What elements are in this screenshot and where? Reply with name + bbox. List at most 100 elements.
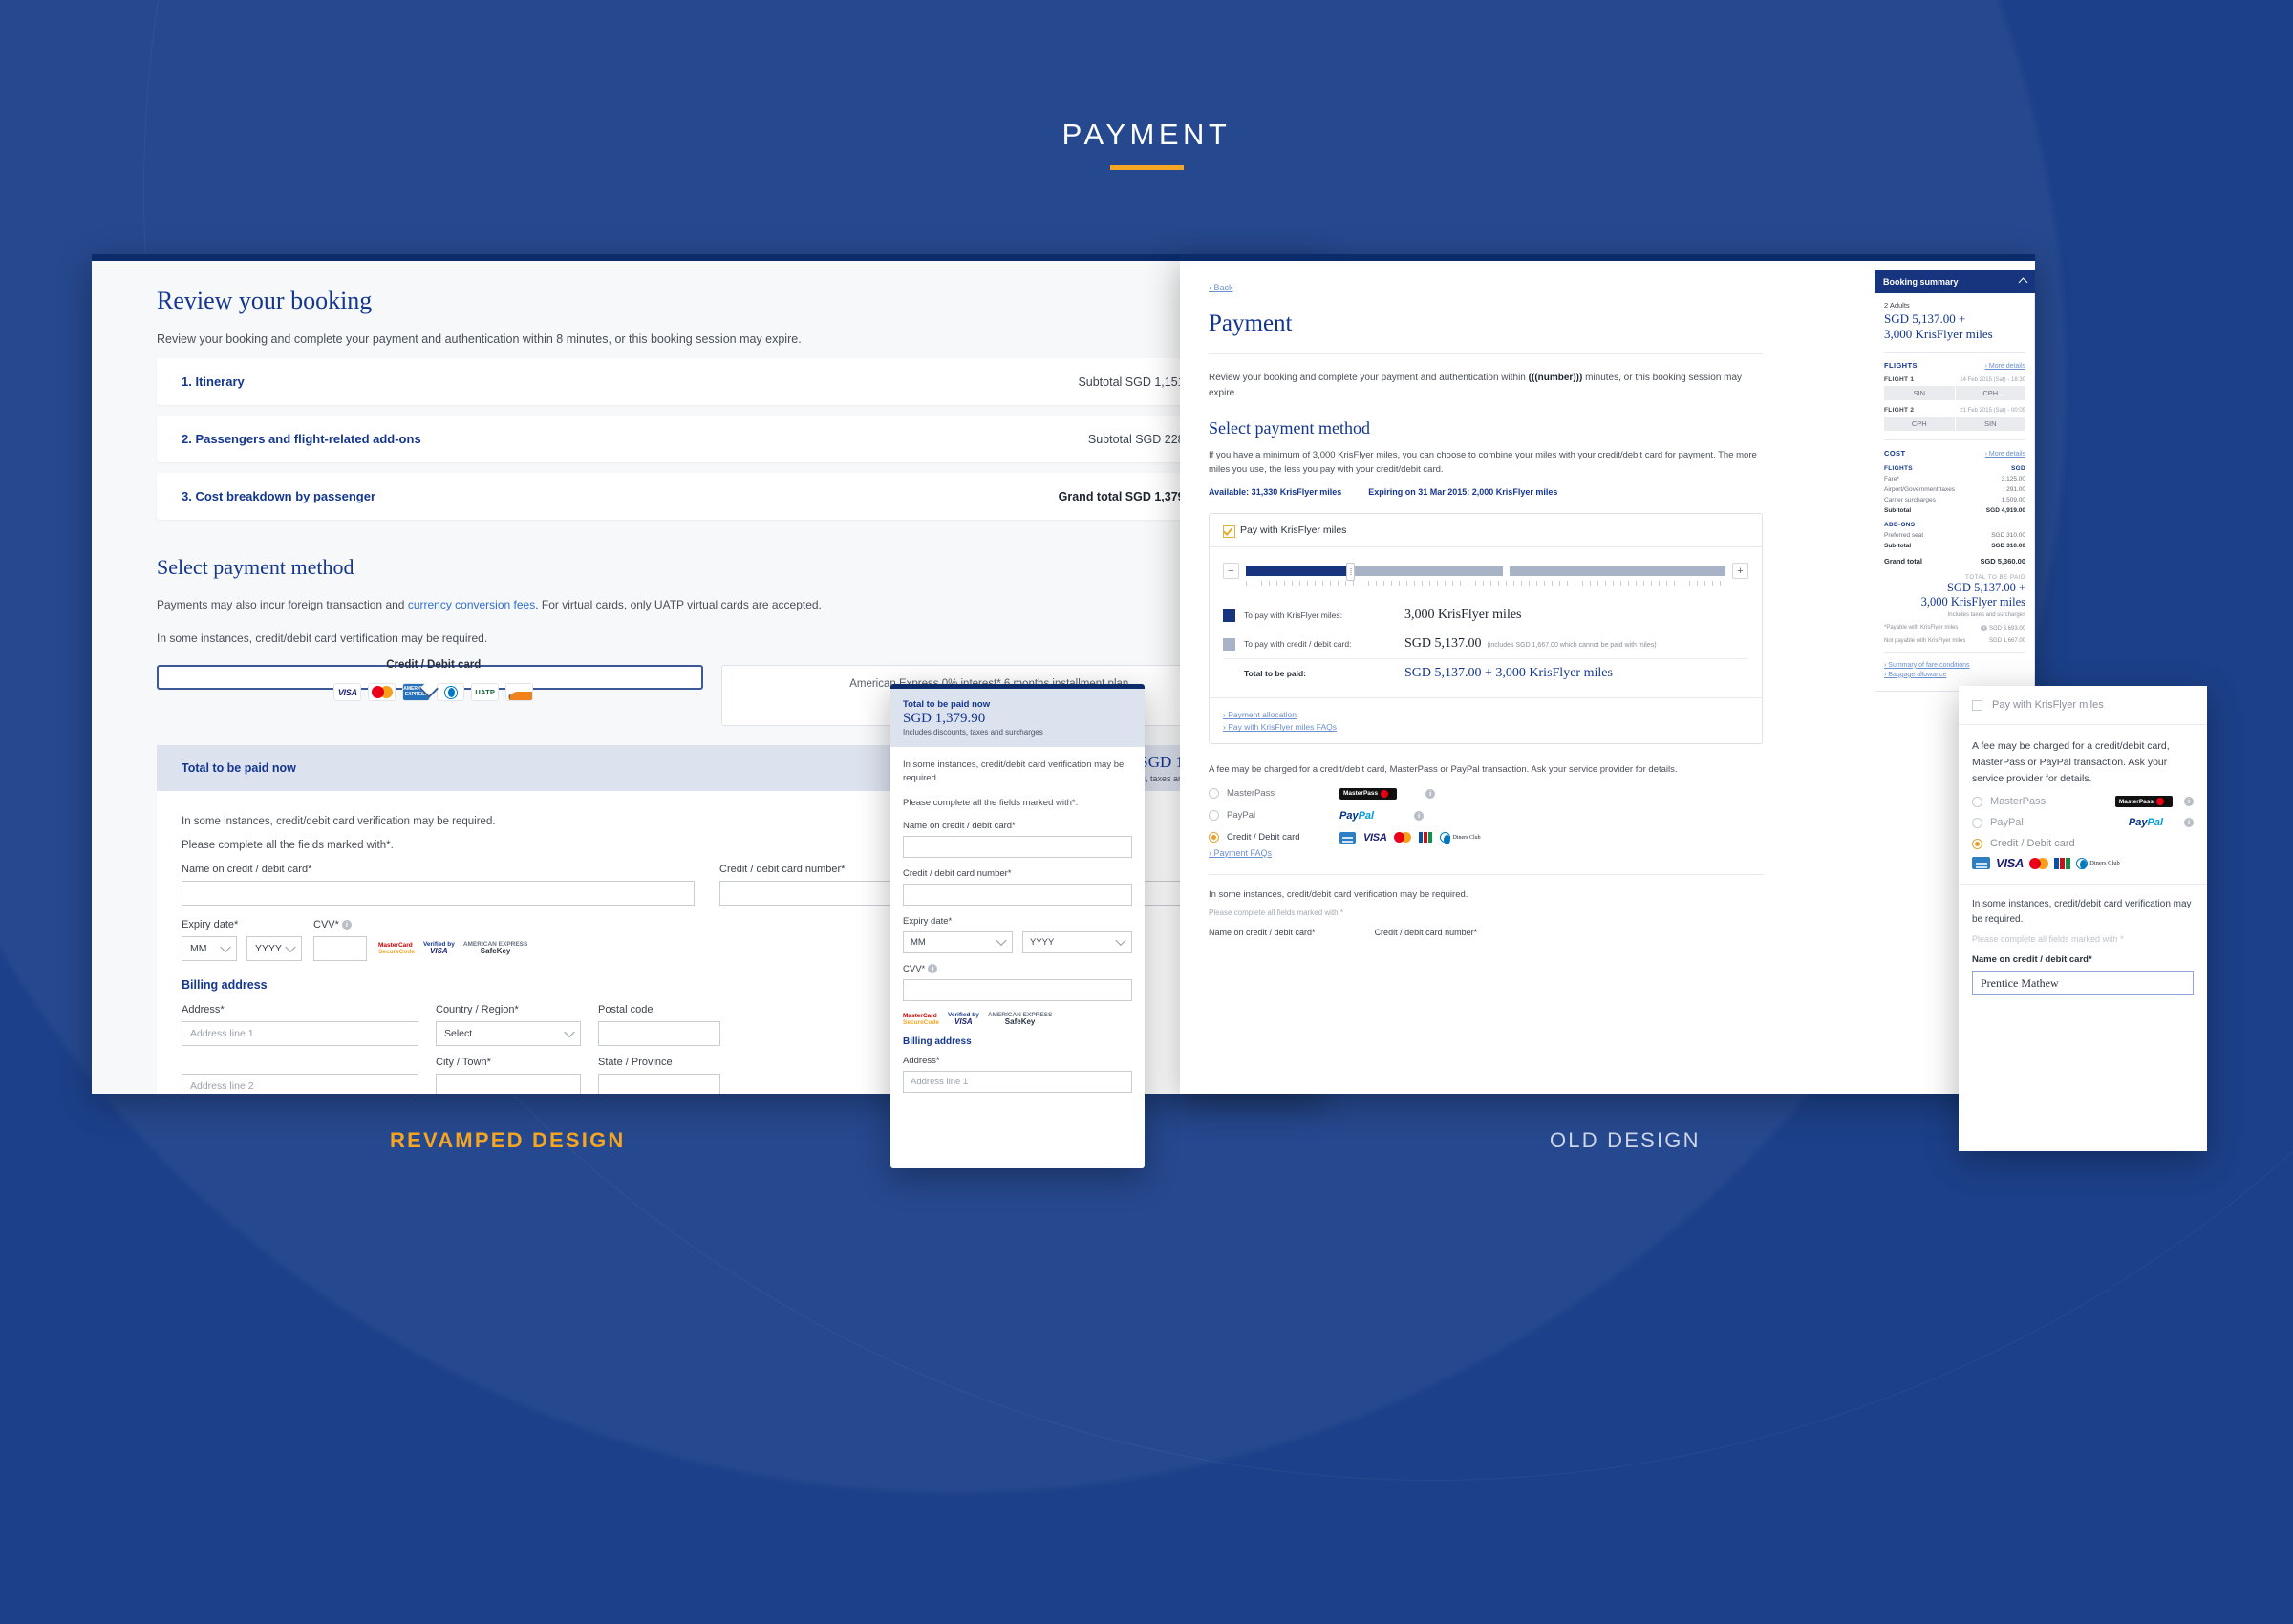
old-mobile-option-credit-debit[interactable]: Credit / Debit card — [1972, 838, 2194, 849]
legend-swatch-miles — [1223, 609, 1235, 622]
accordion-label: 2. Passengers and flight-related add-ons — [182, 432, 421, 446]
payable-with-miles-row: *Payable with KrisFlyer miles i SGD 3,69… — [1884, 624, 2025, 631]
flight-1: FLIGHT 1 14 Feb 2015 (Sat) - 18:30 SIN CPH — [1884, 376, 2025, 400]
old-mobile-fee-note: A fee may be charged for a credit/debit … — [1972, 740, 2170, 784]
revamped-mobile-overlay: Total to be paid now SGD 1,379.90 Includ… — [890, 684, 1145, 1168]
checkbox-checked-icon[interactable] — [1223, 524, 1235, 538]
payment-method-title: Credit / Debit card — [386, 659, 482, 671]
cost-currency: SGD — [2011, 464, 2025, 472]
diners-club-icon — [437, 683, 465, 701]
slider-minus-button[interactable]: − — [1223, 563, 1239, 580]
cost-flights-heading: FLIGHTS — [1884, 464, 1913, 472]
booking-summary-header[interactable]: Booking summary — [1875, 270, 2035, 293]
mobile-card-input[interactable] — [903, 883, 1132, 906]
radio-selected-icon[interactable] — [1972, 838, 1982, 849]
expiry-month-select[interactable]: MM — [182, 936, 237, 961]
radio-selected-icon[interactable] — [1209, 832, 1219, 844]
info-icon[interactable]: i — [1414, 810, 1425, 821]
cost-more-details-link[interactable]: › More details — [1985, 451, 2025, 458]
card-brand-logos: VISA Diners Club — [1339, 831, 1481, 844]
accordion-itinerary[interactable]: 1. Itinerary Subtotal SGD 1,151.10 — [157, 358, 1257, 405]
baggage-allowance-link[interactable]: › Baggage allowance — [1884, 672, 2025, 678]
country-region-select[interactable]: Select — [436, 1021, 581, 1046]
pay-option-credit-debit[interactable]: Credit / Debit card VISA Diners Club — [1209, 831, 1763, 844]
mobile-name-input[interactable] — [903, 835, 1132, 858]
mobile-name-label: Name on credit / debit card* — [903, 820, 1016, 831]
kf-row-value: SGD 5,137.00 + 3,000 KrisFlyer miles — [1404, 666, 1613, 681]
city-town-input[interactable] — [436, 1074, 581, 1094]
checkbox-icon[interactable] — [1972, 699, 1982, 711]
mobile-expiry-year-select[interactable]: YYYY — [1022, 930, 1132, 953]
fare-conditions-link[interactable]: › Summary of fare conditions — [1884, 662, 2025, 669]
pay-option-masterpass[interactable]: MasterPass MasterPass i — [1209, 787, 1763, 800]
info-icon[interactable]: i — [2184, 797, 2194, 807]
not-payable-label: Not payable with KrisFlyer miles — [1884, 637, 1966, 644]
payment-allocation-link[interactable]: › Payment allocation — [1223, 710, 1748, 719]
kf-row-card: To pay with credit / debit card: SGD 5,1… — [1223, 630, 1748, 658]
divider — [1884, 351, 2025, 353]
addon-line-value: SGD 310.00 — [1991, 542, 2025, 549]
radio-icon[interactable] — [1209, 810, 1219, 822]
total-note: Includes taxes and surcharges — [1947, 611, 2025, 618]
miles-slider[interactable]: − + — [1223, 562, 1748, 581]
flights-heading: FLIGHTS — [1884, 360, 1918, 370]
slider-track[interactable] — [1246, 562, 1725, 581]
amex-icon — [1339, 831, 1356, 844]
address-line2-input[interactable]: Address line 2 — [182, 1074, 418, 1094]
old-mobile-krisflyer-row[interactable]: Pay with KrisFlyer miles — [1959, 686, 2207, 724]
old-intro-token: (((number))) — [1528, 373, 1583, 383]
payment-fees-note: Payments may also incur foreign transact… — [157, 596, 1257, 613]
radio-icon[interactable] — [1972, 796, 1982, 807]
address-line1-input[interactable]: Address line 1 — [182, 1021, 418, 1046]
back-link[interactable]: ‹ Back — [1209, 283, 1233, 292]
state-province-input[interactable] — [598, 1074, 720, 1094]
postal-code-input[interactable] — [598, 1021, 720, 1046]
old-mobile-name-input[interactable]: Prentice Mathew — [1972, 971, 2194, 996]
option-label: MasterPass — [1990, 796, 2047, 808]
flights-more-details-link[interactable]: › More details — [1985, 363, 2025, 370]
mobile-address-line1-input[interactable]: Address line 1 — [903, 1070, 1132, 1093]
total-label: Total to be paid now — [182, 761, 296, 775]
currency-conversion-fees-link[interactable]: currency conversion fees — [408, 598, 535, 611]
select-payment-method-heading: Select payment method — [157, 555, 354, 579]
masterpass-icon: MasterPass — [1339, 787, 1398, 800]
info-icon[interactable]: i — [1981, 624, 1988, 631]
flight-datetime: 21 Feb 2015 (Sat) - 00:05 — [1960, 407, 2025, 414]
mobile-card-label: Credit / debit card number* — [903, 867, 1012, 879]
accordion-cost-breakdown[interactable]: 3. Cost breakdown by passenger Grand tot… — [157, 473, 1257, 520]
mobile-total-bar: Total to be paid now SGD 1,379.90 Includ… — [890, 689, 1145, 747]
cvv-input[interactable] — [313, 936, 367, 961]
old-mobile-option-paypal[interactable]: PayPal PayPal i — [1972, 817, 2194, 828]
radio-icon[interactable] — [1972, 817, 1982, 828]
name-on-card-label: Name on credit / debit card* — [182, 864, 312, 875]
payable-label: *Payable with KrisFlyer miles — [1884, 624, 1959, 630]
flight-origin: CPH — [1884, 416, 1955, 431]
payment-faqs-link[interactable]: › Payment FAQs — [1209, 848, 1272, 858]
krisflyer-faqs-link[interactable]: › Pay with KrisFlyer miles FAQs — [1223, 722, 1748, 732]
slider-handle[interactable] — [1346, 562, 1356, 581]
old-miles-para: If you have a minimum of 3,000 KrisFlyer… — [1209, 450, 1757, 476]
info-icon[interactable]: i — [928, 964, 938, 974]
chevron-up-icon[interactable] — [2018, 277, 2028, 287]
name-on-card-input[interactable] — [182, 881, 695, 906]
cost-flights-row: FLIGHTS SGD — [1884, 465, 2025, 472]
info-icon[interactable]: i — [341, 920, 352, 930]
slider-plus-button[interactable]: + — [1732, 563, 1748, 580]
booking-summary-title: Booking summary — [1883, 277, 1959, 287]
expiry-year-select[interactable]: YYYY — [246, 936, 302, 961]
mobile-billing-heading: Billing address — [903, 1036, 972, 1047]
old-mobile-option-masterpass[interactable]: MasterPass MasterPass i — [1972, 796, 2194, 808]
mastercard-icon — [2029, 857, 2049, 869]
info-icon[interactable]: i — [1425, 788, 1436, 799]
pay-option-paypal[interactable]: PayPal PayPal i — [1209, 810, 1763, 822]
mobile-expiry-month-select[interactable]: MM — [903, 930, 1013, 953]
pay-with-krisflyer-row[interactable]: Pay with KrisFlyer miles — [1210, 514, 1762, 546]
radio-icon[interactable] — [1209, 788, 1219, 800]
mobile-total-label: Total to be paid now — [903, 699, 991, 710]
divider — [1209, 873, 1763, 875]
accordion-passengers[interactable]: 2. Passengers and flight-related add-ons… — [157, 416, 1257, 462]
payment-heading: Payment — [1209, 310, 1293, 336]
payment-method-credit-debit-card[interactable]: Credit / Debit card VISA AMERICAN EXPRESS… — [157, 659, 703, 701]
info-icon[interactable]: i — [2184, 818, 2194, 828]
mobile-cvv-input[interactable] — [903, 978, 1132, 1001]
